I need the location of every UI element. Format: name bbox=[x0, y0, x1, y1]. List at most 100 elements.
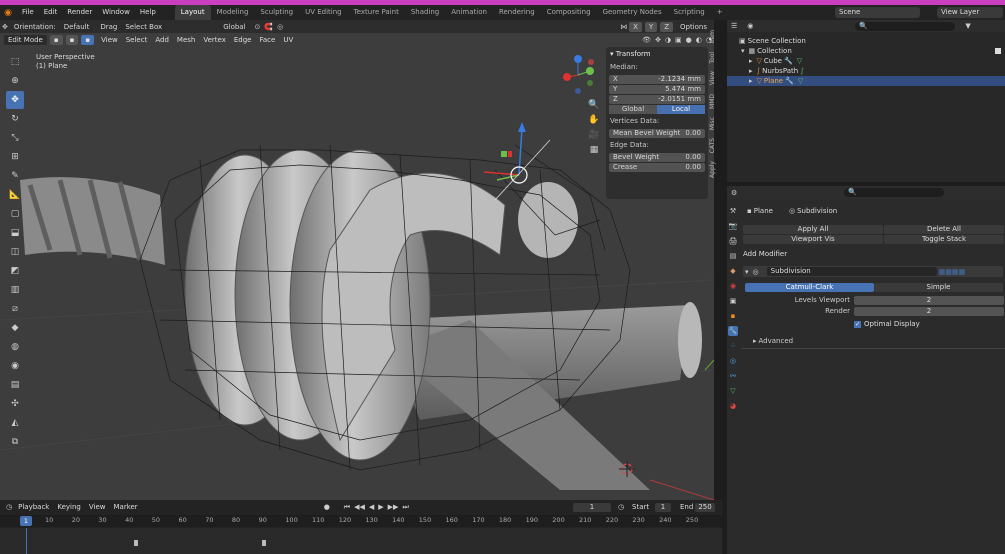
transform-tool-icon[interactable]: ✥ bbox=[2, 23, 8, 31]
constraints-tab-icon[interactable]: ⚯ bbox=[728, 371, 738, 381]
catmull-clark-toggle[interactable]: Catmull-Clark bbox=[745, 283, 874, 292]
advanced-subpanel[interactable]: ▸ Advanced bbox=[751, 337, 793, 345]
menu-timeline-view[interactable]: View bbox=[89, 501, 106, 513]
bevel-tool-icon[interactable]: ◩ bbox=[6, 262, 24, 280]
outliner-item-cube[interactable]: ▸ ▽ Cube 🔧 ▽ bbox=[727, 56, 1005, 66]
workspace-tab-compositing[interactable]: Compositing bbox=[541, 5, 597, 20]
toggle-stack-button[interactable]: Toggle Stack bbox=[884, 235, 1004, 244]
play-icon[interactable]: ▶ bbox=[378, 503, 383, 511]
workspace-tab-sculpting[interactable]: Sculpting bbox=[254, 5, 299, 20]
zoom-icon[interactable]: 🔍 bbox=[588, 98, 600, 112]
visibility-icon[interactable]: 👁 bbox=[642, 36, 651, 44]
camera-icon[interactable]: 🎥 bbox=[588, 128, 600, 142]
shading-material-icon[interactable]: ◐ bbox=[696, 36, 702, 44]
select-box-tool-icon[interactable]: ⬚ bbox=[6, 53, 24, 71]
mirror-axis-icon[interactable]: ⋈ bbox=[620, 23, 627, 31]
extrude-tool-icon[interactable]: ⬓ bbox=[6, 224, 24, 242]
menu-render[interactable]: Render bbox=[62, 5, 97, 20]
view-layer-selector[interactable]: View Layer bbox=[937, 7, 1003, 18]
menu-mesh[interactable]: Mesh bbox=[177, 34, 195, 46]
modifier-name-field[interactable]: Subdivision bbox=[766, 267, 937, 276]
mode-dropdown[interactable]: Edit Mode bbox=[4, 35, 47, 45]
options-dropdown[interactable]: Options bbox=[675, 21, 711, 32]
transform-tool-icon[interactable]: ⊞ bbox=[6, 148, 24, 166]
workspace-tab-uv-editing[interactable]: UV Editing bbox=[299, 5, 348, 20]
shear-tool-icon[interactable]: ◭ bbox=[6, 414, 24, 432]
particles-tab-icon[interactable]: ⁘ bbox=[728, 341, 738, 351]
menu-select[interactable]: Select bbox=[126, 34, 148, 46]
editor-type-icon[interactable]: ◷ bbox=[6, 503, 12, 511]
transform-space-dropdown[interactable]: Global bbox=[219, 21, 250, 32]
axis-z-toggle[interactable]: Z bbox=[660, 21, 673, 32]
timeline-track-area[interactable] bbox=[0, 528, 722, 554]
face-select-toggle[interactable]: ▪ bbox=[81, 35, 95, 45]
tab-item[interactable]: Item bbox=[709, 30, 719, 44]
scroll-handle-left[interactable] bbox=[134, 540, 138, 546]
move-tool-icon[interactable]: ✥ bbox=[6, 91, 24, 109]
tab-cats[interactable]: CATS bbox=[709, 138, 719, 153]
outliner-search-input[interactable]: 🔍 bbox=[855, 21, 956, 31]
median-y-field[interactable]: Y 5.474 mm bbox=[609, 85, 705, 94]
output-tab-icon[interactable]: 🖨 bbox=[728, 236, 738, 246]
annotate-tool-icon[interactable]: ✎ bbox=[6, 167, 24, 185]
edge-slide-tool-icon[interactable]: ▤ bbox=[6, 376, 24, 394]
menu-window[interactable]: Window bbox=[97, 5, 135, 20]
tab-apply[interactable]: Apply bbox=[709, 161, 719, 178]
navigation-gizmo[interactable] bbox=[560, 53, 604, 97]
frame-ruler[interactable]: 1 10 20 30 40 50 60 70 80 90 100 110 120 130 140 150 160… bbox=[0, 515, 722, 527]
pivot-icon[interactable]: ⊙ bbox=[255, 23, 261, 31]
physics-tab-icon[interactable]: ◎ bbox=[728, 356, 738, 366]
prev-key-icon[interactable]: ◀◀ bbox=[354, 503, 365, 511]
cursor-tool-icon[interactable]: ⊕ bbox=[6, 72, 24, 90]
filter-icon[interactable]: ▼ bbox=[965, 22, 970, 30]
workspace-tab-scripting[interactable]: Scripting bbox=[668, 5, 711, 20]
tab-mmd[interactable]: MMD bbox=[709, 94, 719, 109]
poly-build-tool-icon[interactable]: ◆ bbox=[6, 319, 24, 337]
global-toggle[interactable]: Global bbox=[609, 105, 657, 114]
delete-all-button[interactable]: Delete All bbox=[884, 225, 1004, 234]
collection-tab-icon[interactable]: ▣ bbox=[728, 296, 738, 306]
expand-icon[interactable]: ▸ bbox=[749, 66, 753, 76]
outliner-item-plane[interactable]: ▸ ▽ Plane 🔧 ▽ bbox=[727, 76, 1005, 86]
rotate-tool-icon[interactable]: ↻ bbox=[6, 110, 24, 128]
jump-end-icon[interactable]: ⏭ bbox=[402, 503, 408, 512]
menu-file[interactable]: File bbox=[17, 5, 39, 20]
properties-search-input[interactable]: 🔍 bbox=[844, 188, 945, 197]
menu-edge[interactable]: Edge bbox=[234, 34, 252, 46]
shading-solid-icon[interactable]: ● bbox=[686, 36, 692, 44]
outliner-item-nurbspath[interactable]: ▸ ∫ NurbsPath ∫ bbox=[727, 66, 1005, 76]
tab-tool[interactable]: Tool bbox=[709, 52, 719, 64]
overlay-icon[interactable]: ◑ bbox=[665, 36, 671, 44]
menu-marker[interactable]: Marker bbox=[113, 501, 137, 513]
gizmo-icon[interactable]: ✥ bbox=[655, 36, 661, 44]
modifier-tab-icon[interactable]: 🔧 bbox=[728, 326, 738, 336]
workspace-tab-geometry-nodes[interactable]: Geometry Nodes bbox=[597, 5, 668, 20]
crease-field[interactable]: Crease 0.00 bbox=[609, 163, 705, 172]
tab-view[interactable]: View bbox=[709, 71, 719, 85]
menu-view[interactable]: View bbox=[101, 34, 118, 46]
expand-icon[interactable]: ▸ bbox=[749, 76, 753, 86]
workspace-tab-rendering[interactable]: Rendering bbox=[493, 5, 541, 20]
menu-edit[interactable]: Edit bbox=[39, 5, 63, 20]
optimal-display-checkbox[interactable]: ✓ Optimal Display bbox=[854, 320, 920, 328]
scroll-handle-right[interactable] bbox=[262, 540, 266, 546]
data-tab-icon[interactable]: ▽ bbox=[728, 386, 738, 396]
collection-checkbox[interactable] bbox=[995, 48, 1001, 54]
transform-panel-header[interactable]: ▾ Transform bbox=[606, 47, 708, 61]
knife-tool-icon[interactable]: ⧄ bbox=[6, 300, 24, 318]
spin-tool-icon[interactable]: ◍ bbox=[6, 338, 24, 356]
rip-tool-icon[interactable]: ⧉ bbox=[6, 433, 24, 451]
inset-tool-icon[interactable]: ◫ bbox=[6, 243, 24, 261]
workspace-tab-shading[interactable]: Shading bbox=[405, 5, 445, 20]
modifier-toggle-icons[interactable]: ▦▦▦▦ bbox=[939, 268, 965, 276]
workspace-tab-layout[interactable]: Layout bbox=[174, 5, 211, 20]
local-toggle[interactable]: Local bbox=[657, 105, 705, 114]
blender-logo-icon[interactable]: ◉ bbox=[2, 8, 14, 18]
material-tab-icon[interactable]: ◕ bbox=[728, 401, 738, 411]
add-workspace-icon[interactable]: + bbox=[711, 5, 729, 20]
edge-select-toggle[interactable]: ▪ bbox=[65, 35, 79, 45]
pan-hand-icon[interactable]: ✋ bbox=[588, 113, 600, 127]
workspace-tab-texture-paint[interactable]: Texture Paint bbox=[348, 5, 405, 20]
collapse-modifier-icon[interactable]: ▾ bbox=[745, 268, 749, 276]
menu-vertex[interactable]: Vertex bbox=[203, 34, 226, 46]
